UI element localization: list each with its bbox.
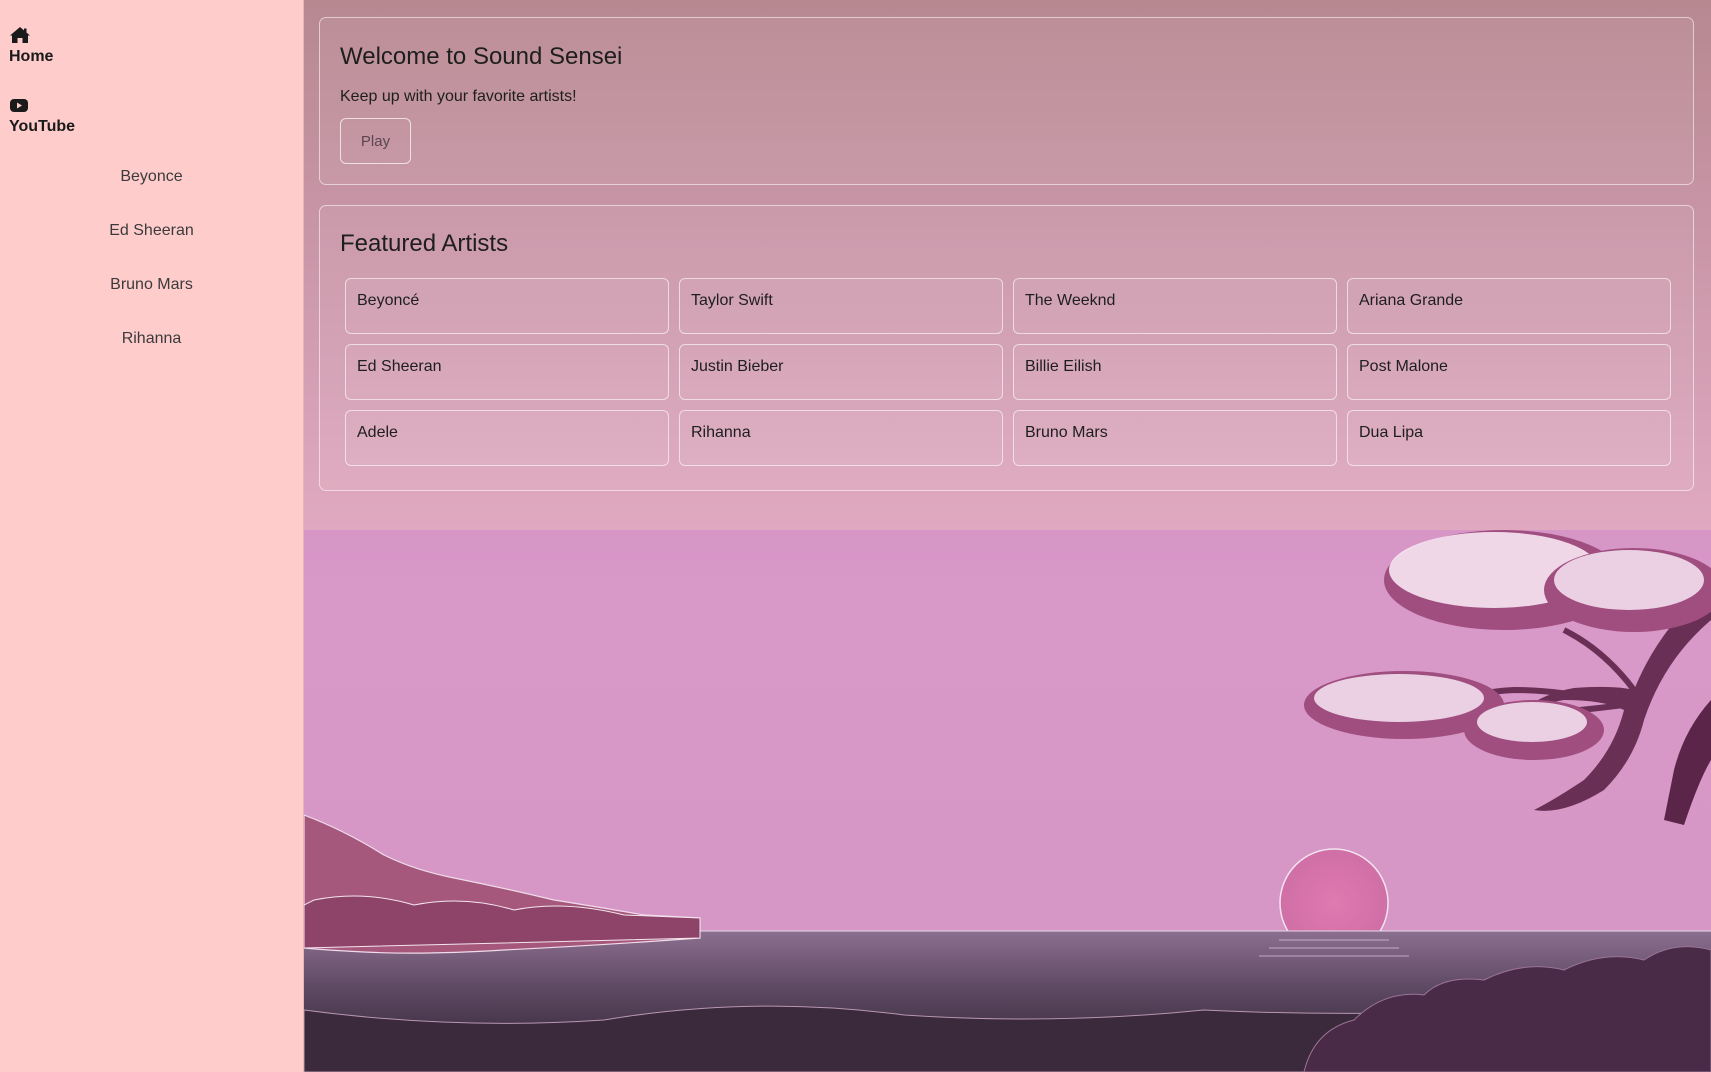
sidebar-artist-link[interactable]: Beyonce [0, 166, 303, 220]
artist-card[interactable]: The Weeknd [1013, 278, 1337, 334]
nav-home-label: Home [9, 48, 54, 65]
play-button[interactable]: Play [340, 118, 411, 164]
artist-card[interactable]: Taylor Swift [679, 278, 1003, 334]
artist-card[interactable]: Billie Eilish [1013, 344, 1337, 400]
artist-card[interactable]: Ariana Grande [1347, 278, 1671, 334]
artist-card[interactable]: Dua Lipa [1347, 410, 1671, 466]
sidebar-nav: Home YouTube [0, 0, 303, 136]
welcome-subtitle: Keep up with your favorite artists! [340, 88, 577, 105]
nav-youtube[interactable]: YouTube [0, 96, 303, 136]
artist-card[interactable]: Bruno Mars [1013, 410, 1337, 466]
nav-home[interactable]: Home [0, 26, 303, 66]
sidebar-artist-link[interactable]: Bruno Mars [0, 274, 303, 328]
nav-youtube-label: YouTube [9, 118, 76, 135]
artist-card[interactable]: Ed Sheeran [345, 344, 669, 400]
artist-card[interactable]: Justin Bieber [679, 344, 1003, 400]
artist-card[interactable]: Post Malone [1347, 344, 1671, 400]
sidebar-artist-list: Beyonce Ed Sheeran Bruno Mars Rihanna [0, 166, 303, 382]
artist-card[interactable]: Adele [345, 410, 669, 466]
sidebar: Home YouTube Beyonce Ed Sheeran Bruno Ma… [0, 0, 304, 1072]
artist-card[interactable]: Rihanna [679, 410, 1003, 466]
youtube-icon [10, 99, 28, 112]
featured-title: Featured Artists [340, 230, 509, 257]
artist-card[interactable]: Beyoncé [345, 278, 669, 334]
featured-artists-panel: Featured Artists Beyoncé Taylor Swift Th… [319, 205, 1694, 491]
featured-artist-grid: Beyoncé Taylor Swift The Weeknd Ariana G… [345, 278, 1671, 466]
welcome-panel: Welcome to Sound Sensei Keep up with you… [319, 17, 1694, 185]
home-icon [10, 27, 30, 43]
sidebar-artist-link[interactable]: Rihanna [0, 328, 303, 382]
welcome-title: Welcome to Sound Sensei [340, 43, 623, 70]
sidebar-artist-link[interactable]: Ed Sheeran [0, 220, 303, 274]
main-content: Welcome to Sound Sensei Keep up with you… [304, 0, 1711, 1072]
